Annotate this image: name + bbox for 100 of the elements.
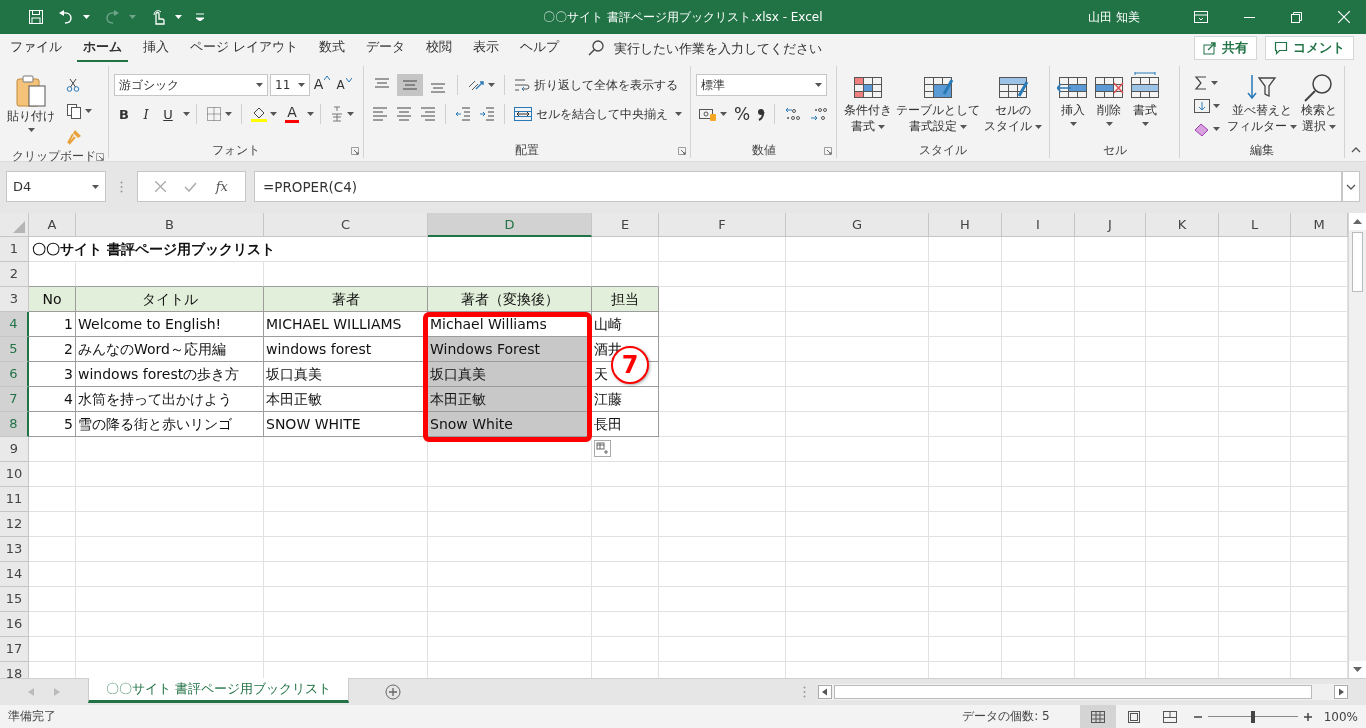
sheet-tab[interactable]: 〇〇サイト 書評ページ用ブックリスト [88, 678, 349, 703]
grid-cell[interactable] [1146, 437, 1219, 462]
grid-cell[interactable] [1146, 462, 1219, 487]
grid-cell[interactable] [659, 262, 786, 287]
grid-cell[interactable] [1002, 512, 1075, 537]
scrollbar-thumb[interactable] [1352, 232, 1363, 292]
column-header[interactable]: E [592, 213, 659, 237]
grid-cell[interactable] [592, 462, 659, 487]
grid-cell[interactable] [1219, 337, 1291, 362]
name-box[interactable]: D4 [6, 171, 106, 202]
row-header[interactable]: 17 [0, 637, 29, 662]
row-header[interactable]: 9 [0, 437, 29, 462]
ribbon-tab[interactable]: データ [360, 33, 411, 63]
grid-cell[interactable] [1002, 612, 1075, 637]
row-header[interactable]: 8 [0, 412, 29, 437]
grid-cell[interactable] [659, 362, 786, 387]
grid-cell[interactable] [1002, 487, 1075, 512]
wrap-text-button[interactable]: 折り返して全体を表示する [511, 74, 681, 96]
grid-cell[interactable] [1219, 387, 1291, 412]
caret-icon[interactable] [960, 124, 967, 129]
grid-cell[interactable] [1002, 387, 1075, 412]
grid-cell[interactable] [1219, 437, 1291, 462]
column-header[interactable]: H [929, 213, 1002, 237]
grid-cell[interactable] [1219, 262, 1291, 287]
caret-icon[interactable] [815, 83, 822, 87]
grid-cell[interactable] [1075, 462, 1146, 487]
dialog-launcher-icon[interactable] [96, 152, 104, 161]
grid-cell[interactable] [264, 512, 428, 537]
grid-cell[interactable] [592, 562, 659, 587]
ribbon-tab[interactable]: ヘルプ [514, 33, 565, 63]
row-header[interactable]: 10 [0, 462, 29, 487]
grid-cell[interactable] [1002, 262, 1075, 287]
grid-cell[interactable] [76, 637, 264, 662]
grid-cell[interactable] [264, 462, 428, 487]
grid-cell[interactable] [428, 437, 592, 462]
caret-icon[interactable] [488, 83, 495, 87]
grid-cell[interactable] [929, 287, 1002, 312]
paste-options-icon[interactable] [594, 440, 611, 457]
grid-cell[interactable] [929, 437, 1002, 462]
grid-cell[interactable] [1002, 312, 1075, 337]
grid-cell[interactable] [786, 412, 929, 437]
grid-cell[interactable] [1146, 312, 1219, 337]
grid-cell[interactable] [659, 637, 786, 662]
grid-cell[interactable] [659, 512, 786, 537]
grid-cell[interactable] [659, 237, 786, 262]
column-header[interactable]: A [29, 213, 76, 237]
grid-cell[interactable] [786, 487, 929, 512]
scroll-right-icon[interactable] [1334, 685, 1348, 699]
row-header[interactable]: 2 [0, 262, 29, 287]
grid-cell[interactable] [76, 562, 264, 587]
grid-cell[interactable] [1219, 587, 1291, 612]
column-header[interactable]: I [1002, 213, 1075, 237]
normal-view-button[interactable] [1079, 705, 1116, 728]
caret-icon[interactable] [256, 83, 263, 87]
grid-cell[interactable] [1075, 362, 1146, 387]
restore-icon[interactable] [1291, 11, 1302, 23]
grid-cell[interactable] [786, 537, 929, 562]
grid-cell[interactable] [592, 537, 659, 562]
grid-cell[interactable] [1075, 437, 1146, 462]
caret-icon[interactable] [675, 112, 682, 116]
grid-cell[interactable] [659, 437, 786, 462]
grid-cell[interactable] [264, 587, 428, 612]
enter-icon[interactable] [184, 181, 198, 192]
grid-cell[interactable] [264, 562, 428, 587]
grid-cell[interactable] [29, 612, 76, 637]
grid-cell[interactable] [1002, 287, 1075, 312]
grid-cell[interactable] [786, 362, 929, 387]
ribbon-tab[interactable]: ページ レイアウト [184, 33, 304, 63]
grid-cell[interactable] [592, 512, 659, 537]
grid-cell[interactable] [1075, 562, 1146, 587]
underline-button[interactable]: U [158, 103, 178, 125]
grid-cell[interactable] [76, 537, 264, 562]
grid-cell[interactable] [1075, 612, 1146, 637]
save-icon[interactable] [28, 9, 44, 25]
grid-cell[interactable] [428, 537, 592, 562]
ribbon-tab[interactable]: 挿入 [137, 33, 175, 63]
grid-cell[interactable] [428, 562, 592, 587]
grid-cell[interactable] [1146, 637, 1219, 662]
grid-cell[interactable] [592, 637, 659, 662]
grid-cell[interactable] [592, 587, 659, 612]
dialog-launcher-icon[interactable] [824, 146, 832, 155]
ribbon-tab[interactable]: ファイル [4, 33, 68, 63]
grid-cell[interactable] [264, 537, 428, 562]
grid-cell[interactable] [659, 487, 786, 512]
grid-cell[interactable] [929, 562, 1002, 587]
grid-cell[interactable] [29, 587, 76, 612]
caret-icon[interactable] [298, 83, 305, 87]
grid-cell[interactable] [659, 337, 786, 362]
grid-cell[interactable] [1219, 512, 1291, 537]
row-header[interactable]: 15 [0, 587, 29, 612]
select-all-icon[interactable] [13, 221, 25, 233]
grid-cell[interactable] [76, 462, 264, 487]
conditional-format-button[interactable]: 条件付き 書式 [842, 68, 894, 142]
slider-thumb[interactable] [1250, 710, 1255, 723]
grid-cell[interactable] [1075, 387, 1146, 412]
delete-button[interactable]: 削除 [1091, 68, 1127, 142]
grid-cell[interactable] [659, 287, 786, 312]
grid-cell[interactable] [929, 262, 1002, 287]
increase-font-button[interactable]: A [312, 74, 332, 96]
grid-cell[interactable] [1075, 337, 1146, 362]
